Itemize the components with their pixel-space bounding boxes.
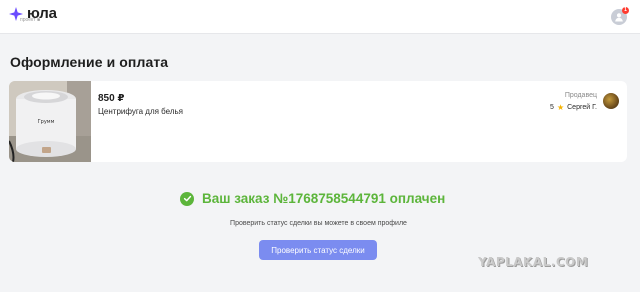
- top-header: юла проект ■ 1: [0, 0, 640, 34]
- product-image[interactable]: Грумм: [9, 81, 91, 162]
- seller-avatar[interactable]: [603, 93, 619, 109]
- watermark: YAPLAKAL.COM: [478, 255, 589, 269]
- seller-info[interactable]: 5 ★ Сергей Г.: [530, 103, 597, 112]
- user-icon: [615, 13, 623, 22]
- check-status-button[interactable]: Проверить статус сделки: [259, 240, 377, 260]
- seller-label: Продавец: [564, 92, 597, 99]
- product-brand-label: Грумм: [38, 119, 55, 125]
- seller-rating: 5: [550, 104, 554, 111]
- item-price: 850 ₽: [98, 93, 125, 104]
- seller-name: Сергей Г.: [567, 104, 597, 111]
- item-name[interactable]: Центрифуга для белья: [98, 107, 183, 116]
- centrifuge-illustration: Грумм: [9, 81, 91, 162]
- logo-subtitle: проект ■: [20, 17, 40, 23]
- page-title: Оформление и оплата: [10, 54, 169, 70]
- status-hint: Проверить статус сделки вы можете в свое…: [230, 220, 407, 227]
- star-icon: ★: [556, 103, 565, 112]
- success-text: Ваш заказ №1768758544791 оплачен: [202, 191, 446, 206]
- check-circle-icon: [180, 191, 194, 206]
- success-message: Ваш заказ №1768758544791 оплачен: [180, 191, 445, 206]
- notification-badge: 1: [622, 7, 629, 14]
